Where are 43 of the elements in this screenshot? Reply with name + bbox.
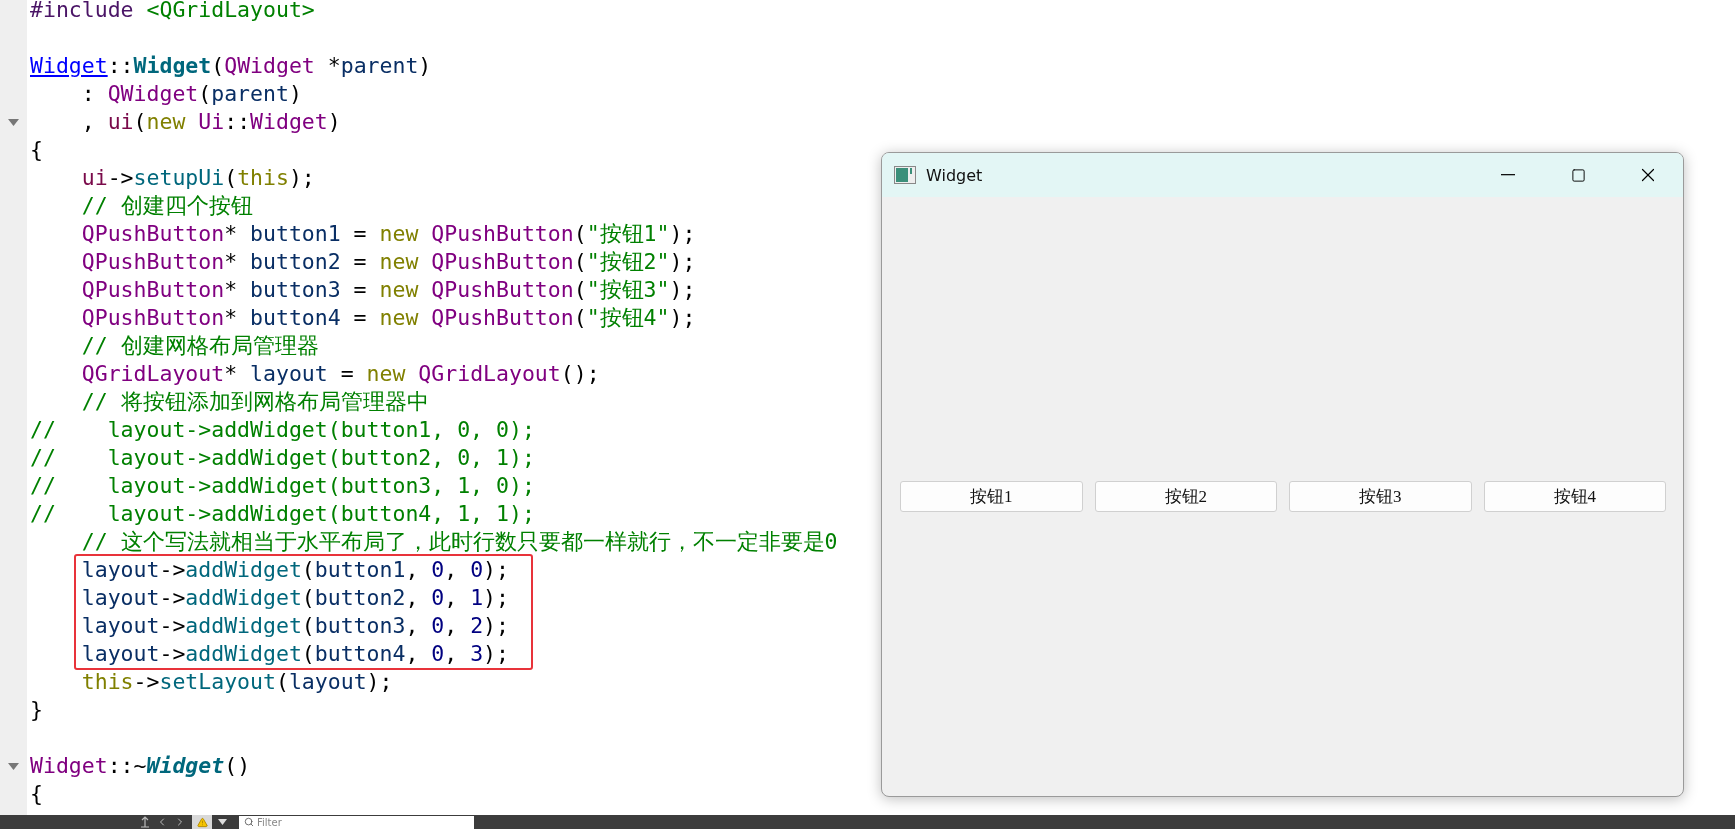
push-button[interactable]: 按钮3	[1289, 481, 1472, 512]
code-line: layout->addWidget(button1, 0, 0);	[81, 556, 509, 584]
code-line: layout->addWidget(button4, 0, 3);	[81, 640, 509, 668]
code-link[interactable]: Widget	[30, 53, 108, 78]
code-line: layout->addWidget(button3, 0, 2);	[81, 612, 509, 640]
code-line: this->setLayout(layout);	[80, 668, 393, 696]
code-line: {	[30, 136, 43, 164]
push-button[interactable]: 按钮1	[900, 481, 1083, 512]
caret-icon[interactable]	[218, 819, 227, 825]
code-line: Widget::Widget(QWidget *parent)	[30, 52, 432, 80]
code-line: QPushButton* button2 = new QPushButton("按钮2");	[80, 248, 696, 276]
code-line: // 创建四个按钮	[80, 192, 253, 220]
filter-field[interactable]: Filter	[239, 815, 474, 829]
code-line: ui->setupUi(this);	[80, 164, 315, 192]
code-line: QGridLayout* layout = new QGridLayout();	[80, 360, 600, 388]
code-line: // layout->addWidget(button4, 1, 1);	[30, 500, 535, 528]
sort-icon[interactable]	[140, 816, 150, 828]
code-line: // layout->addWidget(button1, 0, 0);	[30, 416, 535, 444]
fold-caret-icon[interactable]	[8, 118, 19, 126]
code-line: #include <QGridLayout>	[30, 0, 315, 24]
search-icon	[244, 816, 254, 827]
warning-button[interactable]	[192, 815, 212, 829]
fold-caret-icon[interactable]	[8, 762, 19, 770]
code-line: // layout->addWidget(button2, 0, 1);	[30, 444, 535, 472]
code-line: {	[30, 780, 43, 808]
push-button[interactable]: 按钮4	[1483, 481, 1666, 512]
code-line: QPushButton* button4 = new QPushButton("按钮4");	[80, 304, 696, 332]
code-line: }	[30, 696, 43, 724]
code-line: // 将按钮添加到网格布局管理器中	[80, 388, 429, 416]
code-line: QPushButton* button3 = new QPushButton("按钮3");	[80, 276, 696, 304]
code-line: // 这个写法就相当于水平布局了，此时行数只要都一样就行，不一定非要是0	[80, 528, 838, 556]
push-button[interactable]: 按钮2	[1094, 481, 1277, 512]
app-window-icon	[894, 166, 916, 184]
maximize-icon	[1570, 167, 1586, 183]
window-title: Widget	[926, 165, 984, 185]
code-line: : QWidget(parent)	[80, 80, 302, 108]
code-line: // layout->addWidget(button3, 1, 0);	[30, 472, 535, 500]
code-line: , ui(new Ui::Widget)	[80, 108, 341, 136]
code-line: QPushButton* button1 = new QPushButton("按钮1");	[80, 220, 696, 248]
code-line: Widget::~Widget()	[30, 752, 251, 780]
minimize-icon	[1501, 174, 1515, 176]
code-line: layout->addWidget(button2, 0, 1);	[81, 584, 509, 612]
code-line: // 创建网格布局管理器	[80, 332, 319, 360]
